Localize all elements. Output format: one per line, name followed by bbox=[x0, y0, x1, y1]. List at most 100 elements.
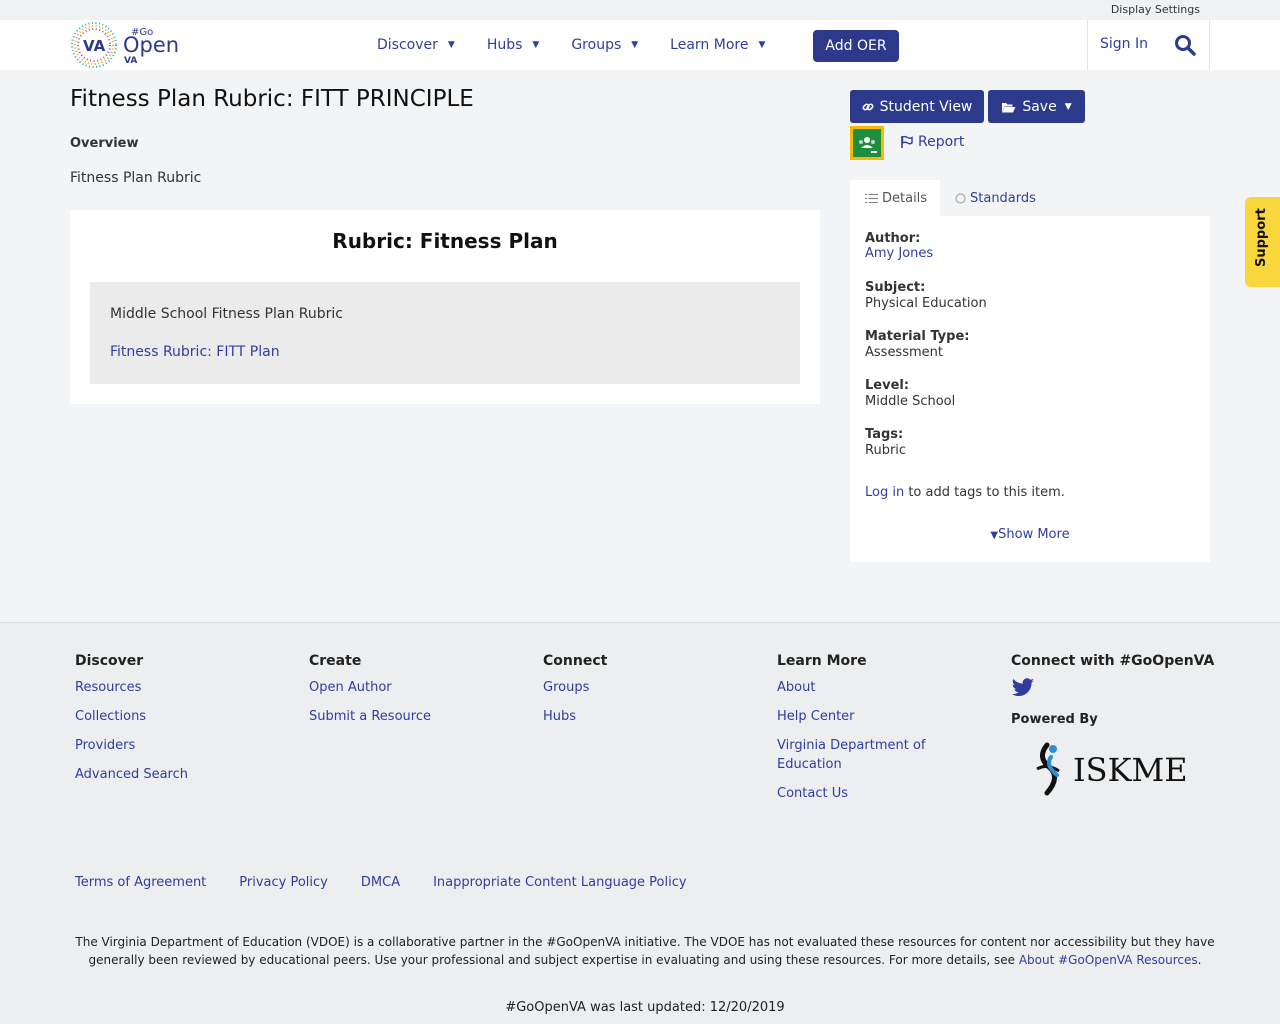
terms-link[interactable]: Terms of Agreement bbox=[75, 875, 206, 890]
support-label: Support bbox=[1254, 208, 1269, 267]
footer-link-groups[interactable]: Groups bbox=[543, 678, 607, 697]
footer-link-help-center[interactable]: Help Center bbox=[777, 707, 957, 726]
logo-va-small: VA bbox=[124, 56, 137, 66]
list-icon bbox=[865, 193, 878, 204]
tab-details-label: Details bbox=[882, 190, 928, 206]
main-nav: Discover ▼ Hubs ▼ Groups ▼ Learn More ▼ bbox=[377, 20, 797, 70]
header-divider bbox=[1209, 20, 1210, 70]
footer-connect: Connect Groups Hubs bbox=[543, 653, 607, 736]
details-panel: Author: Amy Jones Subject: Physical Educ… bbox=[850, 216, 1210, 562]
footer-heading: Connect with #GoOpenVA bbox=[1011, 653, 1215, 669]
disclaimer-end: . bbox=[1197, 953, 1202, 967]
chevron-down-icon: ▼ bbox=[990, 530, 999, 541]
tab-standards-label: Standards bbox=[970, 190, 1036, 206]
nav-hubs[interactable]: Hubs ▼ bbox=[487, 37, 540, 53]
card-description: Middle School Fitness Plan Rubric bbox=[110, 306, 343, 322]
footer-link-vdoe[interactable]: Virginia Department of Education bbox=[777, 736, 957, 774]
subject-value: Physical Education bbox=[865, 296, 987, 311]
privacy-link[interactable]: Privacy Policy bbox=[239, 875, 328, 890]
footer-legal-links: Terms of Agreement Privacy Policy DMCA I… bbox=[75, 875, 720, 890]
chevron-down-icon: ▼ bbox=[447, 40, 455, 50]
author-link[interactable]: Amy Jones bbox=[865, 246, 933, 261]
flag-icon bbox=[900, 135, 914, 149]
nav-groups-label: Groups bbox=[571, 37, 622, 53]
folder-open-icon bbox=[1001, 101, 1016, 113]
subject-field: Subject: Physical Education bbox=[865, 280, 987, 311]
tab-standards[interactable]: Standards bbox=[955, 180, 1036, 216]
level-field: Level: Middle School bbox=[865, 378, 955, 409]
student-view-label: Student View bbox=[879, 98, 973, 115]
circle-icon bbox=[955, 192, 966, 204]
login-to-tag: Log in to add tags to this item. bbox=[865, 485, 1065, 500]
material-type-value: Assessment bbox=[865, 345, 943, 360]
vdoe-disclaimer: The Virginia Department of Education (VD… bbox=[75, 933, 1215, 969]
footer-heading: Create bbox=[309, 653, 362, 669]
author-label: Author: bbox=[865, 231, 921, 246]
nav-hubs-label: Hubs bbox=[486, 37, 523, 53]
tags-field: Tags: Rubric bbox=[865, 427, 906, 458]
footer-link-hubs[interactable]: Hubs bbox=[543, 707, 607, 726]
logo-va: VA bbox=[83, 37, 106, 55]
footer-link-providers[interactable]: Providers bbox=[75, 736, 188, 755]
report-link[interactable]: Report bbox=[900, 134, 964, 150]
resource-content-card: Rubric: Fitness Plan Middle School Fitne… bbox=[70, 210, 820, 404]
report-label: Report bbox=[918, 134, 965, 150]
support-tab[interactable]: Support bbox=[1245, 197, 1280, 287]
student-view-button[interactable]: Student View bbox=[850, 90, 984, 123]
content-policy-link[interactable]: Inappropriate Content Language Policy bbox=[433, 875, 686, 890]
iskme-logo[interactable]: ISKME bbox=[1025, 739, 1197, 801]
author-field: Author: Amy Jones bbox=[865, 231, 933, 261]
card-title: Rubric: Fitness Plan bbox=[332, 229, 558, 253]
material-type-field: Material Type: Assessment bbox=[865, 329, 969, 360]
footer-heading: Learn More bbox=[777, 653, 867, 669]
sign-in-link[interactable]: Sign In bbox=[1100, 36, 1148, 52]
footer-heading: Connect bbox=[543, 653, 608, 669]
overview-text: Fitness Plan Rubric bbox=[70, 170, 202, 186]
footer-learn-more: Learn More About Help Center Virginia De… bbox=[777, 653, 957, 813]
about-resources-link[interactable]: About #GoOpenVA Resources bbox=[1019, 953, 1198, 967]
chevron-down-icon: ▼ bbox=[631, 40, 639, 50]
show-more-toggle[interactable]: ▼Show More bbox=[850, 527, 1210, 542]
level-label: Level: bbox=[865, 378, 910, 393]
save-label: Save bbox=[1022, 98, 1057, 115]
footer-link-collections[interactable]: Collections bbox=[75, 707, 188, 726]
footer-link-about[interactable]: About bbox=[777, 678, 957, 697]
logo-open: Open bbox=[123, 33, 179, 57]
logo-graphic: VA #Go Open VA bbox=[71, 22, 179, 68]
nav-learn-more[interactable]: Learn More ▼ bbox=[670, 37, 765, 53]
log-in-link[interactable]: Log in bbox=[865, 485, 904, 500]
subject-label: Subject: bbox=[865, 280, 926, 295]
nav-learn-more-label: Learn More bbox=[670, 37, 749, 53]
footer-link-submit-resource[interactable]: Submit a Resource bbox=[309, 707, 431, 726]
twitter-icon[interactable] bbox=[1011, 678, 1035, 698]
iskme-wordmark: ISKME bbox=[1073, 751, 1188, 789]
site-header: VA #Go Open VA Discover ▼ Hubs ▼ Groups … bbox=[0, 20, 1280, 70]
chevron-down-icon: ▼ bbox=[758, 40, 766, 50]
goopenva-logo[interactable]: VA #Go Open VA bbox=[70, 20, 180, 70]
level-value: Middle School bbox=[865, 394, 956, 409]
chevron-down-icon: ▼ bbox=[532, 40, 540, 50]
tags-value: Rubric bbox=[865, 443, 907, 458]
footer-link-resources[interactable]: Resources bbox=[75, 678, 188, 697]
card-inner-panel: Middle School Fitness Plan Rubric Fitnes… bbox=[90, 282, 800, 384]
footer-link-open-author[interactable]: Open Author bbox=[309, 678, 431, 697]
add-oer-button[interactable]: Add OER bbox=[813, 30, 899, 62]
last-updated: #GoOpenVA was last updated: 12/20/2019 bbox=[505, 1000, 785, 1015]
footer-discover: Discover Resources Collections Providers… bbox=[75, 653, 188, 794]
nav-groups[interactable]: Groups ▼ bbox=[571, 37, 638, 53]
google-classroom-icon[interactable] bbox=[850, 126, 884, 160]
dmca-link[interactable]: DMCA bbox=[361, 875, 400, 890]
detail-tabs: Details Standards bbox=[850, 180, 1210, 216]
tab-details[interactable]: Details bbox=[850, 180, 940, 216]
site-footer: Discover Resources Collections Providers… bbox=[0, 622, 1280, 1024]
footer-link-contact-us[interactable]: Contact Us bbox=[777, 784, 957, 803]
material-type-label: Material Type: bbox=[865, 329, 970, 344]
footer-link-advanced-search[interactable]: Advanced Search bbox=[75, 765, 188, 784]
display-settings-link[interactable]: Display Settings bbox=[1111, 3, 1200, 16]
search-icon[interactable] bbox=[1174, 34, 1196, 56]
footer-social: Connect with #GoOpenVA Powered By ISKME bbox=[1011, 653, 1214, 801]
nav-discover[interactable]: Discover ▼ bbox=[377, 37, 455, 53]
rubric-link[interactable]: Fitness Rubric: FITT Plan bbox=[110, 344, 280, 360]
save-button[interactable]: Save ▼ bbox=[988, 90, 1085, 123]
powered-by-label: Powered By bbox=[1011, 712, 1098, 727]
